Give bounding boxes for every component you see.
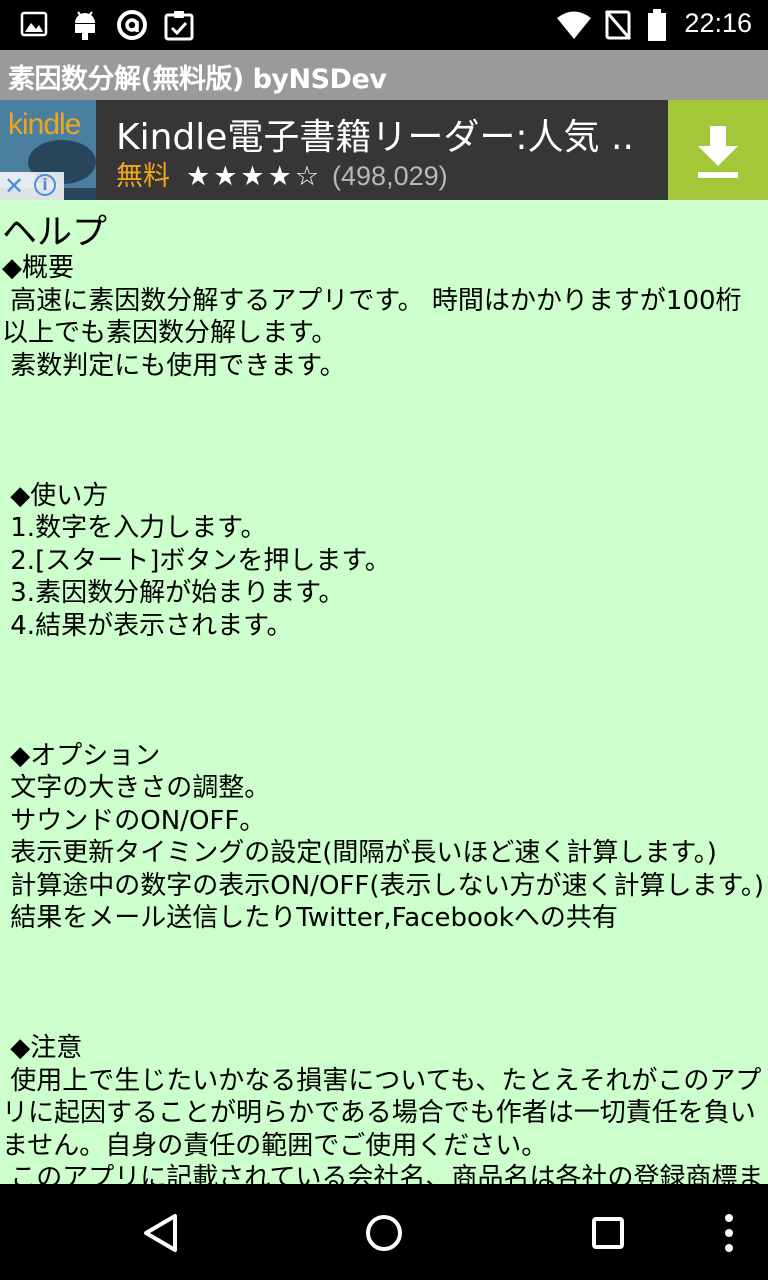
- ad-brand-logo: kindle: [8, 108, 81, 141]
- battery-icon: [646, 9, 668, 45]
- download-icon: [698, 126, 738, 178]
- back-icon[interactable]: [136, 1208, 186, 1258]
- help-heading: ヘルプ: [2, 213, 108, 253]
- app-title: 素因数分解(無料版) byNSDev: [8, 64, 387, 95]
- app-title-bar: 素因数分解(無料版) byNSDev: [0, 50, 768, 100]
- ad-choices[interactable]: ✕ i: [0, 172, 64, 200]
- ad-rating-count: (498,029): [332, 161, 448, 191]
- ad-download-button[interactable]: [668, 100, 768, 200]
- recents-icon[interactable]: [583, 1208, 633, 1258]
- help-body-text: ◆概要 高速に素因数分解するアプリです。 時間はかかりますが100桁以上でも素因…: [2, 253, 765, 1184]
- status-bar: 22:16: [0, 0, 768, 50]
- at-sign-icon: [116, 9, 148, 45]
- help-content[interactable]: ヘルプ ◆概要 高速に素因数分解するアプリです。 時間はかかりますが100桁以上…: [0, 200, 768, 1184]
- close-icon[interactable]: ✕: [4, 173, 24, 199]
- image-icon: [20, 9, 48, 43]
- no-signal-icon: [604, 9, 632, 45]
- ad-app-thumbnail[interactable]: kindle ✕ i: [0, 100, 96, 200]
- clipboard-check-icon: [164, 9, 194, 45]
- ad-banner[interactable]: kindle ✕ i Kindle電子書籍リーダー:人気 ... 無料 ★★★★☆…: [0, 100, 768, 200]
- android-icon: [70, 9, 100, 45]
- navigation-bar: [0, 1184, 768, 1280]
- info-icon[interactable]: i: [34, 174, 56, 196]
- clock-time: 22:16: [684, 8, 752, 38]
- overflow-menu-icon[interactable]: [704, 1208, 754, 1258]
- ad-price: 無料: [116, 161, 170, 192]
- home-icon[interactable]: [359, 1208, 409, 1258]
- ad-title[interactable]: Kindle電子書籍リーダー:人気 ...: [116, 108, 636, 160]
- ad-rating-stars: ★★★★☆: [186, 161, 323, 192]
- wifi-icon: [556, 10, 592, 44]
- ad-meta: 無料 ★★★★☆ (498,029): [116, 154, 448, 192]
